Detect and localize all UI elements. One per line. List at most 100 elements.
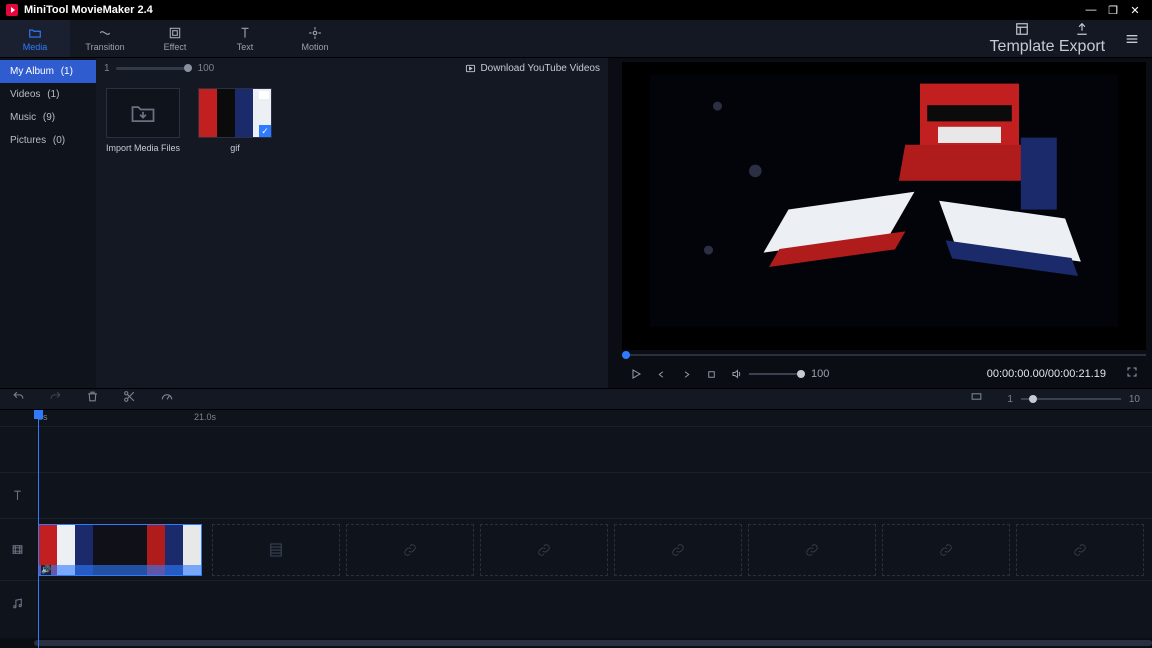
hamburger-icon	[1124, 31, 1140, 47]
speedometer-icon	[160, 390, 174, 404]
undo-icon	[12, 390, 25, 403]
preview-panel: 100 00:00:00.00/00:00:21.19	[616, 58, 1152, 388]
ruler-mark-1: 21.0s	[194, 412, 216, 422]
empty-slot[interactable]	[212, 524, 340, 576]
stop-icon	[706, 369, 717, 380]
link-icon	[805, 543, 819, 557]
video-track-icon	[11, 543, 24, 556]
sidebar-item-label: Videos	[10, 89, 40, 100]
sidebar-item-music[interactable]: Music (9)	[0, 106, 96, 129]
preview-scrubber[interactable]	[622, 350, 1146, 360]
empty-slot[interactable]	[346, 524, 474, 576]
thumb-zoom-min: 1	[104, 63, 110, 74]
selected-check-icon: ✓	[259, 125, 271, 137]
window-close-button[interactable]: ✕	[1124, 4, 1146, 17]
empty-slot[interactable]	[882, 524, 1010, 576]
import-media-button[interactable]	[106, 88, 180, 138]
next-frame-button[interactable]	[681, 369, 692, 380]
audio-track[interactable]	[0, 580, 1152, 626]
empty-slot[interactable]	[1016, 524, 1144, 576]
speaker-icon	[731, 368, 743, 380]
download-youtube-label: Download YouTube Videos	[480, 63, 600, 74]
fullscreen-button[interactable]	[1126, 365, 1138, 383]
timecode: 00:00:00.00/00:00:21.19	[987, 368, 1106, 380]
delete-button[interactable]	[86, 390, 99, 408]
redo-button[interactable]	[49, 390, 62, 408]
media-library: 1 100 Download YouTube Videos Import Med…	[96, 58, 616, 388]
export-button[interactable]: Export	[1052, 20, 1112, 57]
mute-button[interactable]	[731, 368, 743, 380]
empty-slot[interactable]	[480, 524, 608, 576]
empty-slot[interactable]	[748, 524, 876, 576]
main-toolbar: Media Transition Effect Text Motion Temp…	[0, 20, 1152, 58]
volume-slider[interactable]	[749, 373, 805, 375]
tab-media[interactable]: Media	[0, 20, 70, 57]
tab-motion[interactable]: Motion	[280, 20, 350, 57]
sidebar-item-videos[interactable]: Videos (1)	[0, 83, 96, 106]
timeline[interactable]: 0s 21.0s 🔊	[0, 410, 1152, 648]
timeline-zoom-min: 1	[1007, 394, 1013, 405]
window-minimize-button[interactable]: —	[1080, 4, 1102, 16]
media-thumb-gif[interactable]: ✓	[198, 88, 272, 138]
tab-transition[interactable]: Transition	[70, 20, 140, 57]
template-button[interactable]: Template	[992, 20, 1052, 57]
split-button[interactable]	[123, 390, 136, 408]
link-icon	[671, 543, 685, 557]
prev-frame-button[interactable]	[656, 369, 667, 380]
app-logo-icon	[6, 4, 18, 16]
fit-icon	[970, 390, 983, 403]
video-track[interactable]: 🔊	[0, 518, 1152, 580]
download-youtube-button[interactable]: Download YouTube Videos	[465, 63, 600, 74]
motion-icon	[308, 26, 322, 40]
clip-audio-icon: 🔊	[41, 565, 51, 575]
sidebar-item-label: My Album	[10, 66, 54, 77]
media-thumb-label: gif	[230, 143, 240, 153]
timeline-zoom-slider[interactable]	[1021, 398, 1121, 400]
tab-media-label: Media	[23, 42, 48, 52]
import-folder-icon	[129, 99, 157, 127]
timeline-scrollbar[interactable]	[0, 638, 1152, 648]
fit-timeline-button[interactable]	[970, 390, 983, 408]
redo-icon	[49, 390, 62, 403]
stop-button[interactable]	[706, 369, 717, 380]
empty-slot[interactable]	[614, 524, 742, 576]
trash-icon	[86, 390, 99, 403]
speed-button[interactable]	[160, 390, 174, 409]
import-media-label: Import Media Files	[106, 143, 180, 153]
export-label: Export	[1059, 38, 1105, 56]
play-button[interactable]	[630, 368, 642, 380]
timeline-clip-gif[interactable]: 🔊	[38, 524, 202, 576]
sidebar-item-pictures[interactable]: Pictures (0)	[0, 129, 96, 152]
prev-frame-icon	[656, 369, 667, 380]
tab-transition-label: Transition	[85, 42, 124, 52]
tab-text[interactable]: Text	[210, 20, 280, 57]
export-icon	[1075, 22, 1089, 36]
link-icon	[537, 543, 551, 557]
preview-video[interactable]	[622, 62, 1146, 350]
link-icon	[403, 543, 417, 557]
timeline-ruler[interactable]: 0s 21.0s	[0, 410, 1152, 426]
template-label: Template	[990, 38, 1055, 56]
timeline-toolbar: 1 10	[0, 388, 1152, 410]
thumb-zoom-slider[interactable]	[116, 67, 192, 70]
text-icon	[238, 26, 252, 40]
video-badge-icon	[259, 91, 269, 99]
text-track-icon	[11, 489, 24, 502]
title-bar: MiniTool MovieMaker 2.4 — ❐ ✕	[0, 0, 1152, 20]
text-track[interactable]	[0, 472, 1152, 518]
timeline-zoom-max: 10	[1129, 394, 1140, 405]
window-maximize-button[interactable]: ❐	[1102, 4, 1124, 17]
undo-button[interactable]	[12, 390, 25, 408]
sidebar-item-my-album[interactable]: My Album (1)	[0, 60, 96, 83]
menu-button[interactable]	[1112, 20, 1152, 57]
link-icon	[939, 543, 953, 557]
tab-text-label: Text	[237, 42, 254, 52]
tab-effect[interactable]: Effect	[140, 20, 210, 57]
folder-icon	[28, 26, 42, 40]
tab-effect-label: Effect	[164, 42, 187, 52]
volume-value: 100	[811, 368, 829, 380]
next-frame-icon	[681, 369, 692, 380]
scissors-icon	[123, 390, 136, 403]
download-icon	[465, 63, 476, 74]
effect-icon	[168, 26, 182, 40]
